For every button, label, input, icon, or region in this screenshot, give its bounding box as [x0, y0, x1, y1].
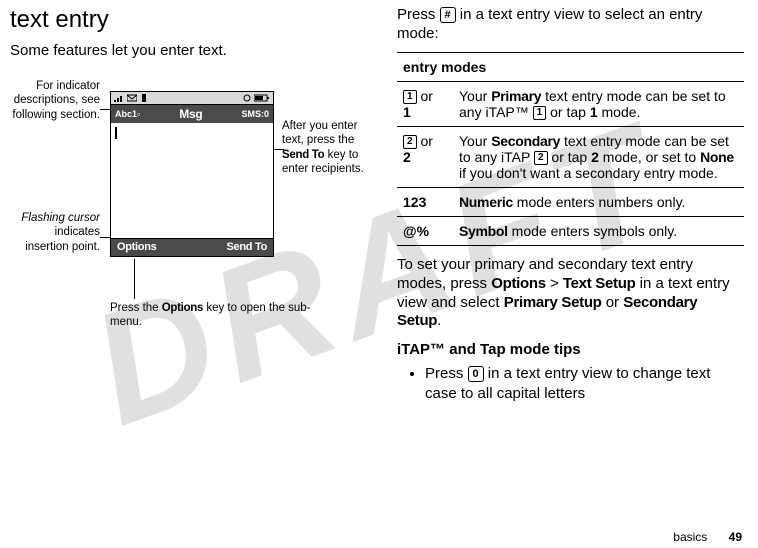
inline-mode-icon: 1: [533, 106, 547, 120]
right-column: Press # in a text entry view to select a…: [379, 0, 758, 548]
table-row: @% Symbol mode enters symbols only.: [397, 217, 744, 246]
text-mode-label: Abc1: [115, 109, 137, 119]
para-bold: Options: [491, 275, 546, 292]
zero-key-icon: 0: [468, 366, 484, 382]
cell-bold: Primary: [491, 88, 541, 104]
para-text: .: [437, 312, 441, 329]
cell-bold: 1: [590, 104, 598, 120]
cell-text: mode, or set to: [599, 149, 700, 165]
annotation-sendto-bold: Send To: [282, 149, 324, 161]
intro-text: Some features let you enter text.: [10, 42, 361, 61]
phone-statusbar: [110, 91, 274, 105]
annotation-options: Press the Options key to open the sub-me…: [110, 301, 330, 330]
secondary-mode-alt: 2: [403, 149, 411, 165]
para-bold: Primary Setup: [504, 294, 602, 311]
cell-bold: None: [700, 149, 734, 165]
cell-text: Your: [459, 133, 491, 149]
text-cursor-icon: [115, 127, 117, 139]
para-text: or: [602, 294, 624, 311]
para-bold: Text Setup: [563, 275, 636, 292]
annotation-cursor-rest: indicates insertion point.: [25, 226, 100, 252]
cell-text: or tap: [548, 149, 592, 165]
left-column: text entry Some features let you enter t…: [0, 0, 379, 548]
text-mode-indicator: Abc1▫: [115, 109, 140, 119]
cell-text: mode enters symbols only.: [508, 223, 677, 239]
cell-bold: Numeric: [459, 194, 513, 210]
symbol-mode-label: @%: [403, 223, 429, 239]
annotation-sendto-pre: After you enter text, press the: [282, 120, 357, 146]
cell-text: mode enters numbers only.: [513, 194, 686, 210]
softkey-bar: Options Send To: [110, 239, 274, 257]
row-or: or: [417, 88, 433, 104]
inline-mode-icon: 2: [534, 151, 548, 165]
setup-paragraph: To set your primary and secondary text e…: [397, 256, 744, 331]
cell-text: Your: [459, 88, 491, 104]
cell-text: mode.: [598, 104, 641, 120]
list-item: Press 0 in a text entry view to change t…: [425, 364, 744, 403]
ring-icon: [243, 94, 251, 102]
table-row: 2 or 2 Your Secondary text entry mode ca…: [397, 126, 744, 187]
softkey-options[interactable]: Options: [117, 241, 156, 253]
signal-icon: [114, 94, 124, 102]
message-icon: [127, 94, 137, 102]
right-intro: Press # in a text entry view to select a…: [397, 6, 744, 44]
hash-key-icon: #: [440, 7, 456, 23]
cell-text: or tap: [546, 104, 590, 120]
annotation-indicator: For indicator descriptions, see followin…: [10, 79, 100, 122]
phone-titlebar: Abc1▫ Msg SMS:0: [110, 105, 274, 123]
annotation-options-bold: Options: [162, 302, 203, 314]
numeric-mode-label: 123: [403, 194, 426, 210]
table-row: 123 Numeric mode enters numbers only.: [397, 188, 744, 217]
secondary-mode-icon: 2: [403, 135, 417, 149]
entry-modes-table: entry modes 1 or 1 Your Primary text ent…: [397, 52, 744, 247]
primary-mode-icon: 1: [403, 90, 417, 104]
voicemail-icon: [140, 94, 148, 102]
cell-bold: Secondary: [491, 133, 560, 149]
annotation-options-pre: Press the: [110, 302, 162, 314]
annotation-cursor: Flashing cursor indicates insertion poin…: [10, 211, 100, 254]
battery-icon: [254, 94, 270, 102]
table-row: 1 or 1 Your Primary text entry mode can …: [397, 81, 744, 126]
tips-list: Press 0 in a text entry view to change t…: [397, 364, 744, 403]
leader-line: [134, 259, 135, 299]
right-intro-pre: Press: [397, 6, 440, 23]
primary-mode-alt: 1: [403, 104, 411, 120]
cell-bold: Symbol: [459, 223, 508, 239]
phone-screen: Abc1▫ Msg SMS:0 Options Send To: [110, 91, 274, 257]
li-text: Press: [425, 365, 468, 382]
text-entry-area[interactable]: [110, 123, 274, 239]
tips-subheading: iTAP™ and Tap mode tips: [397, 341, 744, 358]
cell-text: if you don't want a secondary entry mode…: [459, 165, 718, 181]
softkey-sendto[interactable]: Send To: [227, 241, 267, 253]
screen-title: Msg: [140, 107, 241, 121]
table-header: entry modes: [397, 52, 744, 81]
cell-bold: 2: [591, 149, 599, 165]
annotation-cursor-italic: Flashing cursor: [21, 212, 100, 224]
para-text: >: [546, 275, 563, 292]
annotation-sendto: After you enter text, press the Send To …: [282, 119, 370, 177]
row-or: or: [417, 133, 433, 149]
sms-counter: SMS:0: [241, 109, 269, 119]
phone-illustration: For indicator descriptions, see followin…: [10, 79, 370, 339]
section-heading: text entry: [10, 6, 361, 34]
